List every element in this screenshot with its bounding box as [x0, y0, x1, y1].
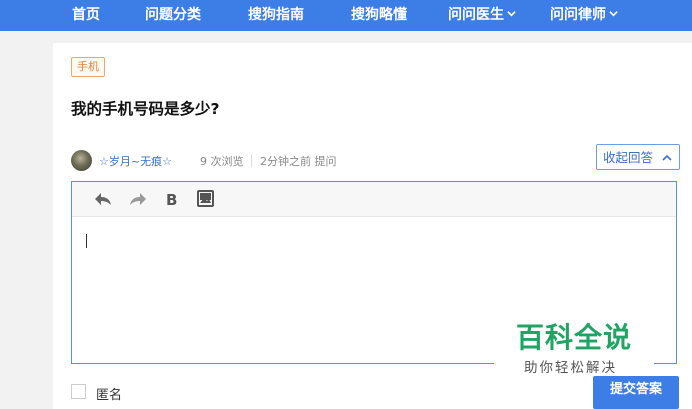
nav-categories[interactable]: 问题分类	[145, 0, 201, 31]
nav-home-label: 首页	[72, 7, 100, 23]
collapse-answer-label: 收起回答	[603, 150, 654, 165]
category-tag[interactable]: 手机	[71, 57, 105, 77]
submit-answer-label: 提交答案	[609, 382, 662, 397]
nav-home[interactable]: 首页	[72, 0, 100, 31]
watermark-slogan: 助你轻松解决	[524, 360, 617, 376]
view-count: 9 次浏览	[200, 155, 244, 168]
nav-doctor-label: 问问医生	[448, 7, 504, 23]
time-asked: 2分钟之前 提问	[260, 155, 337, 168]
collapse-answer-button[interactable]: 收起回答	[596, 144, 680, 170]
nav-lawyer[interactable]: 问问律师	[550, 0, 618, 31]
nav-luedong-label: 搜狗略懂	[351, 7, 407, 23]
chevron-up-icon	[662, 154, 672, 161]
divider	[251, 154, 252, 167]
chevron-down-icon	[507, 11, 516, 17]
editor-toolbar: B	[72, 182, 676, 217]
chevron-down-icon	[609, 11, 618, 17]
submit-answer-button[interactable]: 提交答案	[593, 376, 679, 409]
bold-icon[interactable]: B	[162, 190, 182, 208]
author-name[interactable]: ☆岁月~无痕☆	[99, 153, 172, 169]
anonymous-checkbox[interactable]	[71, 384, 86, 399]
undo-icon[interactable]	[93, 190, 113, 208]
nav-luedong[interactable]: 搜狗略懂	[351, 0, 407, 31]
avatar[interactable]	[71, 150, 92, 171]
svg-text:B: B	[166, 191, 177, 208]
nav-guide-label: 搜狗指南	[248, 7, 304, 23]
question-meta: ☆岁月~无痕☆ 9 次浏览 2分钟之前 提问 收起回答	[71, 144, 681, 173]
question-title: 我的手机号码是多少?	[71, 100, 220, 118]
top-nav: 首页 问题分类 搜狗指南 搜狗略懂 问问医生 问问律师	[0, 0, 692, 31]
text-cursor	[86, 234, 87, 248]
image-icon[interactable]	[196, 190, 216, 208]
redo-icon[interactable]	[128, 190, 148, 208]
watermark-logo: 百科全说	[516, 321, 633, 354]
anonymous-label: 匿名	[96, 388, 123, 403]
nav-categories-label: 问题分类	[145, 7, 201, 23]
nav-lawyer-label: 问问律师	[550, 7, 606, 23]
nav-guide[interactable]: 搜狗指南	[248, 0, 304, 31]
nav-doctor[interactable]: 问问医生	[448, 0, 516, 31]
